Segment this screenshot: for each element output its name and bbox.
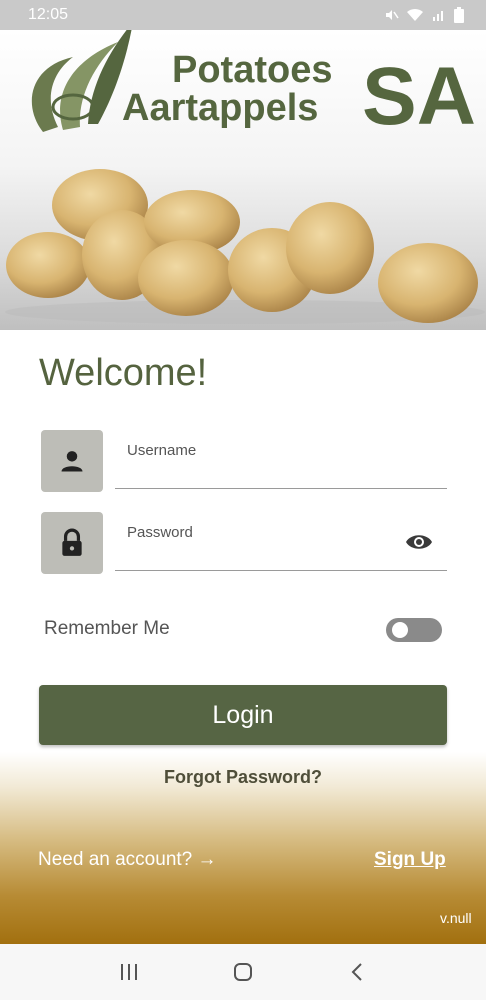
hero-banner: Potatoes Aartappels SA <box>0 30 486 330</box>
password-label: Password <box>127 524 193 541</box>
back-icon[interactable] <box>337 952 377 992</box>
eye-icon[interactable] <box>405 532 433 557</box>
brand-name: Potatoes Aartappels <box>122 50 332 128</box>
home-icon[interactable] <box>223 952 263 992</box>
need-account-link[interactable]: Need an account? → <box>38 849 217 871</box>
version-label: v.null <box>440 910 472 926</box>
status-bar: 12:05 <box>0 0 486 30</box>
brand-line-1: Potatoes <box>172 49 333 91</box>
login-button[interactable]: Login <box>39 685 447 745</box>
password-row: Password <box>41 512 447 574</box>
forgot-password-link[interactable]: Forgot Password? <box>0 767 486 788</box>
remember-me-toggle[interactable] <box>386 618 442 642</box>
username-label: Username <box>127 442 197 459</box>
leaf-logo-icon <box>31 30 132 132</box>
status-icons <box>383 7 464 23</box>
password-input[interactable] <box>127 542 397 566</box>
recent-apps-icon[interactable] <box>109 952 149 992</box>
wifi-icon <box>406 7 424 23</box>
signal-icon <box>431 7 447 23</box>
person-icon <box>41 430 103 492</box>
welcome-heading: Welcome! <box>39 352 208 394</box>
potatoes-image <box>5 169 485 324</box>
password-underline <box>115 570 447 571</box>
username-input[interactable] <box>127 460 397 484</box>
status-time: 12:05 <box>28 6 69 23</box>
signup-link[interactable]: Sign Up <box>374 849 446 871</box>
navigation-bar <box>0 944 486 1000</box>
brand-sa: SA <box>362 51 476 142</box>
battery-icon <box>454 7 464 23</box>
username-underline <box>115 488 447 489</box>
username-row: Username <box>41 430 447 492</box>
mute-icon <box>383 7 399 23</box>
brand-line-2: Aartappels <box>122 87 319 129</box>
remember-me-label: Remember Me <box>44 618 170 639</box>
toggle-knob <box>392 622 408 638</box>
lock-icon <box>41 512 103 574</box>
